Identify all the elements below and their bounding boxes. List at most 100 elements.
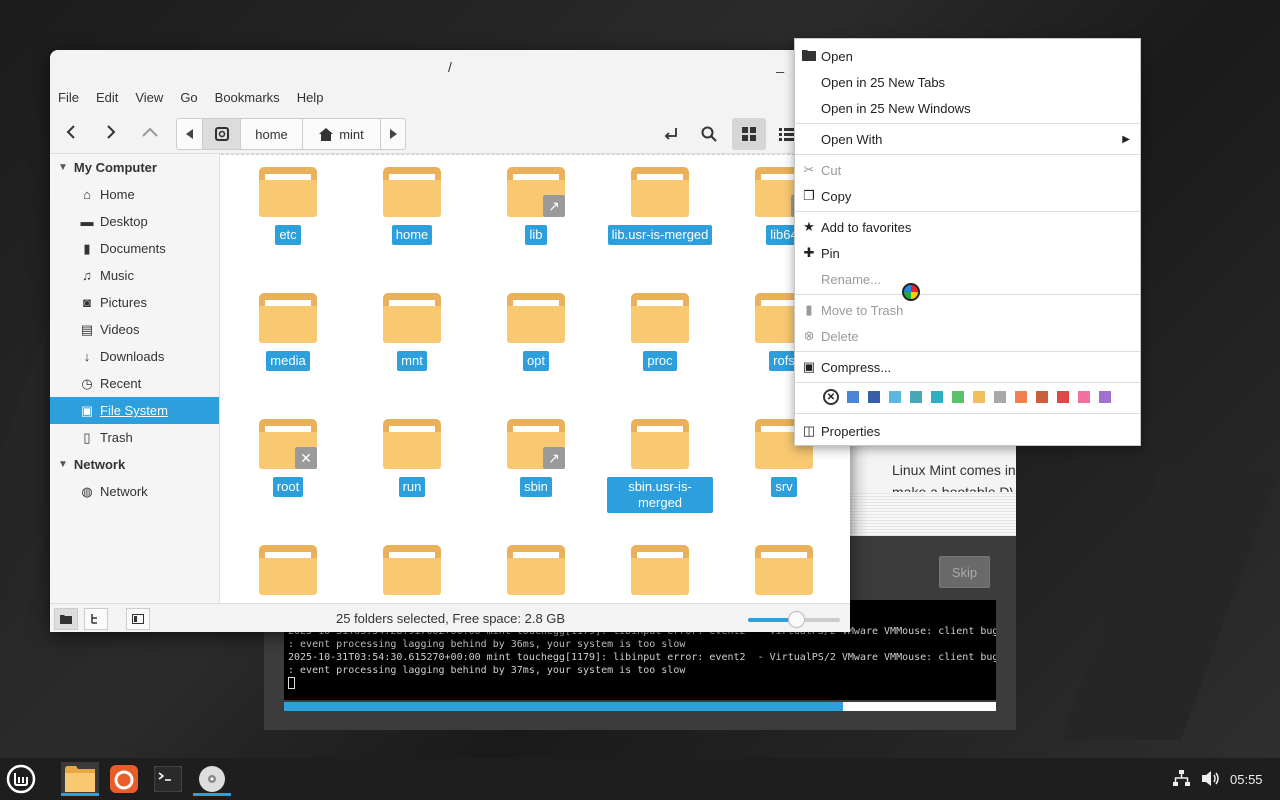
menu-item-pin[interactable]: ✚ Pin <box>795 240 1140 266</box>
menu-item-properties[interactable]: ◫ Properties <box>795 418 1140 444</box>
sidebar-item-music[interactable]: ♫ Music <box>50 262 219 289</box>
sidebar-item-videos[interactable]: ▤ Videos <box>50 316 219 343</box>
folder-item[interactable]: proc <box>605 293 715 371</box>
color-swatch[interactable] <box>994 391 1006 403</box>
up-button[interactable] <box>136 118 164 146</box>
folder-item[interactable]: media <box>233 293 343 371</box>
search-button[interactable] <box>692 118 726 150</box>
color-swatch[interactable] <box>1015 391 1027 403</box>
sidebar-header-network[interactable]: ▼ Network <box>50 451 219 478</box>
camera-icon: ◙ <box>83 295 91 310</box>
clear-color-icon[interactable]: ✕ <box>823 389 839 405</box>
folder-item[interactable]: sbin.usr-is-merged <box>605 419 715 513</box>
sidebar-header-my-computer[interactable]: ▼ My Computer <box>50 154 219 181</box>
color-swatch[interactable] <box>973 391 985 403</box>
menu-file[interactable]: File <box>58 90 79 105</box>
menu-separator <box>795 154 1140 155</box>
folder-item[interactable]: mnt <box>357 293 467 371</box>
terminal-cursor <box>288 677 295 689</box>
folder-item[interactable] <box>729 545 839 595</box>
folder-item[interactable] <box>605 545 715 595</box>
folder-item[interactable]: ↗ sbin <box>481 419 591 497</box>
color-swatch[interactable] <box>868 391 880 403</box>
folder-label: root <box>272 477 304 497</box>
skip-button[interactable]: Skip <box>939 556 990 588</box>
color-swatch[interactable] <box>1057 391 1069 403</box>
folder-item[interactable]: etc <box>233 167 343 245</box>
menu-item-open-new-windows[interactable]: Open in 25 New Windows <box>795 95 1140 121</box>
archive-icon: ▣ <box>802 359 816 374</box>
folder-item[interactable]: lib.usr-is-merged <box>605 167 715 245</box>
mint-menu-button[interactable] <box>2 762 40 796</box>
toggle-sidebar-button[interactable] <box>126 608 150 630</box>
menu-item-compress[interactable]: ▣ Compress... <box>795 354 1140 380</box>
menu-view[interactable]: View <box>135 90 163 105</box>
color-swatch[interactable] <box>889 391 901 403</box>
taskbar-terminal[interactable] <box>149 762 187 796</box>
menu-item-delete[interactable]: ⊗ Delete <box>795 323 1140 349</box>
mint-menu-icon <box>6 764 36 794</box>
color-swatch[interactable] <box>1099 391 1111 403</box>
folder-item[interactable]: ✕ root <box>233 419 343 497</box>
show-places-button[interactable] <box>54 608 78 630</box>
toggle-location-button[interactable] <box>654 118 688 150</box>
color-swatch[interactable] <box>952 391 964 403</box>
sidebar-item-home[interactable]: ⌂ Home <box>50 181 219 208</box>
menu-go[interactable]: Go <box>180 90 197 105</box>
menu-item-rename[interactable]: Rename... <box>795 266 1140 292</box>
folder-item[interactable] <box>481 545 591 595</box>
volume-icon[interactable] <box>1202 770 1220 790</box>
taskbar-firefox[interactable] <box>105 762 143 796</box>
folder-item[interactable] <box>233 545 343 595</box>
color-swatch[interactable] <box>1036 391 1048 403</box>
taskbar-files[interactable] <box>61 762 99 796</box>
folder-item[interactable]: home <box>357 167 467 245</box>
color-swatch[interactable] <box>847 391 859 403</box>
menu-item-add-favorites[interactable]: ★ Add to favorites <box>795 214 1140 240</box>
folder-item[interactable]: run <box>357 419 467 497</box>
sidebar-item-desktop[interactable]: ▬ Desktop <box>50 208 219 235</box>
path-scroll-left[interactable] <box>177 119 203 149</box>
menu-item-open[interactable]: Open <box>795 43 1140 69</box>
sidebar-item-trash[interactable]: ▯ Trash <box>50 424 219 451</box>
sidebar-item-downloads[interactable]: ↓ Downloads <box>50 343 219 370</box>
network-icon[interactable] <box>1173 770 1190 790</box>
path-scroll-right[interactable] <box>381 119 405 149</box>
sidebar-item-network[interactable]: ◍ Network <box>50 478 219 505</box>
taskbar-installer[interactable] <box>193 762 231 796</box>
folder-label: opt <box>522 351 550 371</box>
menu-item-open-new-tabs[interactable]: Open in 25 New Tabs <box>795 69 1140 95</box>
color-swatch[interactable] <box>931 391 943 403</box>
path-home[interactable]: home <box>241 119 303 149</box>
sidebar-item-pictures[interactable]: ◙ Pictures <box>50 289 219 316</box>
color-swatch[interactable] <box>910 391 922 403</box>
title-bar[interactable]: / _ <box>50 50 850 84</box>
clock-icon: ◷ <box>81 375 93 391</box>
forward-button[interactable] <box>96 118 124 146</box>
folder-item[interactable]: ↗ lib <box>481 167 591 245</box>
file-icon-view[interactable]: etchome↗liblib.usr-is-merged↗lib64mediam… <box>221 154 850 603</box>
menu-item-copy[interactable]: ❐ Copy <box>795 183 1140 209</box>
menu-item-move-trash[interactable]: ▮ Move to Trash <box>795 297 1140 323</box>
path-root-drive[interactable] <box>203 119 241 149</box>
arrow-up-icon <box>142 127 158 137</box>
menu-bookmarks[interactable]: Bookmarks <box>215 90 280 105</box>
folder-item[interactable]: opt <box>481 293 591 371</box>
back-button[interactable] <box>58 118 86 146</box>
menu-item-cut[interactable]: ✂ Cut <box>795 157 1140 183</box>
zoom-slider-handle[interactable] <box>788 611 805 628</box>
path-mint[interactable]: mint <box>303 119 381 149</box>
minimize-button[interactable]: _ <box>776 57 784 73</box>
clock[interactable]: 05:55 <box>1230 772 1263 787</box>
menu-item-open-with[interactable]: Open With ▶ <box>795 126 1140 152</box>
show-tree-button[interactable] <box>84 608 108 630</box>
color-swatch[interactable] <box>1078 391 1090 403</box>
icon-view-button[interactable] <box>732 118 766 150</box>
sidebar-item-file-system[interactable]: ▣ File System <box>50 397 219 424</box>
folder-item[interactable] <box>357 545 467 595</box>
sidebar-item-documents[interactable]: ▮ Documents <box>50 235 219 262</box>
menu-edit[interactable]: Edit <box>96 90 118 105</box>
sidebar-item-recent[interactable]: ◷ Recent <box>50 370 219 397</box>
menu-help[interactable]: Help <box>297 90 324 105</box>
sidebar-toggle-icon <box>132 614 144 624</box>
